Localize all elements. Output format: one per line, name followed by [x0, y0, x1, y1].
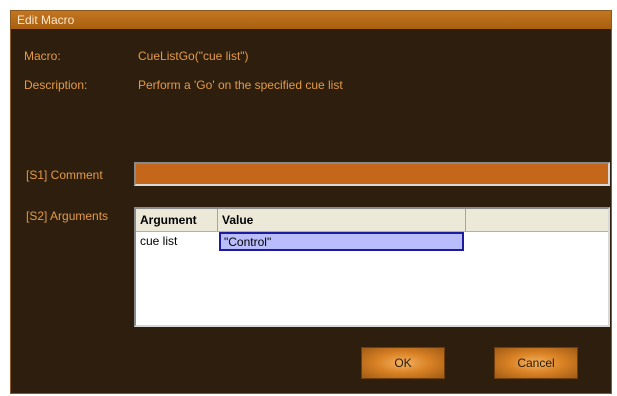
column-header-value[interactable]: Value	[218, 209, 466, 231]
column-header-empty	[466, 209, 610, 231]
dialog-title: Edit Macro	[11, 11, 611, 29]
description-label: Description:	[24, 78, 88, 92]
arguments-grid[interactable]: Argument Value cue list "Control"	[134, 207, 610, 327]
value-cell-selected[interactable]: "Control"	[219, 232, 464, 251]
argument-cell[interactable]: cue list	[136, 231, 218, 251]
arguments-label: [S2] Arguments	[26, 209, 109, 223]
table-row[interactable]: cue list "Control"	[136, 231, 608, 251]
description-value: Perform a 'Go' on the specified cue list	[138, 78, 343, 92]
column-header-argument[interactable]: Argument	[136, 209, 218, 231]
comment-label: [S1] Comment	[26, 168, 103, 182]
macro-value: CueListGo("cue list")	[138, 49, 249, 63]
grid-header: Argument Value	[136, 209, 608, 232]
comment-input[interactable]	[134, 162, 610, 186]
edit-macro-dialog: Edit Macro Macro: CueListGo("cue list") …	[10, 10, 612, 394]
cancel-button[interactable]: Cancel	[494, 347, 578, 379]
macro-label: Macro:	[24, 49, 61, 63]
ok-button[interactable]: OK	[361, 347, 445, 379]
